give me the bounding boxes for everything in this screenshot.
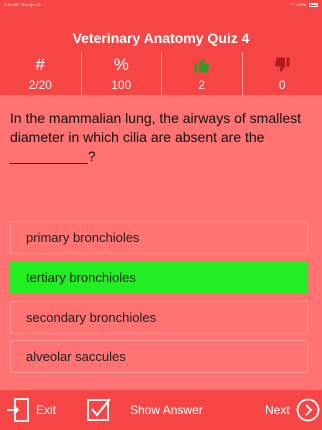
battery-icon <box>309 2 318 7</box>
hash-label: # <box>35 55 45 74</box>
status-right: ◠ 100% <box>291 0 318 9</box>
show-answer-label: Show Answer <box>130 403 203 417</box>
next-label: Next <box>265 403 290 417</box>
exit-button[interactable]: Exit <box>0 390 80 430</box>
stats-bar: # 2/20 % 100 2 0 <box>0 52 322 95</box>
status-time: 2:30 AM <box>4 2 19 7</box>
stat-correct: 2 <box>161 52 242 95</box>
percent-value: 100 <box>111 78 132 92</box>
correct-count: 2 <box>198 78 206 92</box>
header-bar: Veterinary Anatomy Quiz 4 <box>0 9 322 52</box>
answer-option[interactable]: primary bronchioles <box>10 221 308 254</box>
exit-label: Exit <box>36 403 57 417</box>
thumbs-down-icon <box>243 56 322 74</box>
incorrect-count: 0 <box>278 78 286 92</box>
question-number-value: 2/20 <box>28 78 52 92</box>
wifi-icon: ◠ <box>291 2 295 7</box>
stat-percent: % 100 <box>80 52 162 95</box>
exit-icon <box>7 398 29 422</box>
show-answer-button[interactable]: Show Answer <box>84 390 214 430</box>
stat-question-number: # 2/20 <box>0 52 81 95</box>
stat-incorrect: 0 <box>241 52 322 95</box>
question-text: In the mammalian lung, the airways of sm… <box>10 110 302 164</box>
status-bar: 2:30 AM Thu Apr 15 ◠ 100% <box>0 0 322 9</box>
chevron-right-icon <box>296 398 320 422</box>
page-title: Veterinary Anatomy Quiz 4 <box>72 30 250 46</box>
thumbs-up-icon <box>162 56 242 74</box>
checkbox-icon <box>87 398 111 421</box>
battery-percent: 100% <box>295 2 306 7</box>
answer-option[interactable]: tertiary bronchioles <box>10 261 308 294</box>
next-button[interactable]: Next <box>250 390 322 430</box>
bottom-toolbar: Exit Show Answer Next <box>0 390 322 430</box>
status-time-date: 2:30 AM Thu Apr 15 <box>4 0 41 9</box>
answer-option[interactable]: alveolar saccules <box>10 340 308 373</box>
status-date: Thu Apr 15 <box>20 2 41 7</box>
percent-label: % <box>113 55 129 74</box>
answer-option[interactable]: secondary bronchioles <box>10 301 308 334</box>
